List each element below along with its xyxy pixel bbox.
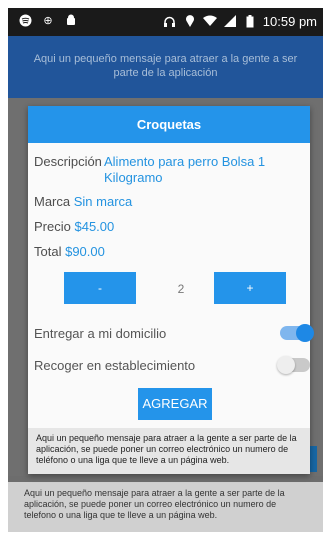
- pickup-option-label: Recoger en establecimiento: [34, 358, 196, 373]
- pickup-toggle[interactable]: [277, 356, 310, 374]
- product-dialog: Croquetas Descripción Alimento para perr…: [28, 106, 314, 474]
- brand-label: Marca: [34, 194, 71, 209]
- dialog-footer: Aqui un pequeño mensaje para atraer a la…: [28, 428, 310, 474]
- wifi-icon: [202, 15, 217, 29]
- deliver-toggle[interactable]: [280, 324, 314, 342]
- status-left-icons: ⊕: [18, 14, 78, 28]
- header-message: Aqui un pequeño mensaje para atraer a la…: [33, 53, 298, 79]
- description-label: Descripción: [34, 154, 102, 169]
- battery-icon: [243, 14, 257, 29]
- price-label: Precio: [34, 219, 71, 234]
- description-row: Descripción Alimento para perro Bolsa 1 …: [34, 154, 304, 186]
- headphones-icon: [163, 15, 177, 29]
- deliver-toggle-knob: [296, 324, 314, 342]
- status-bar: ⊕ 10:59 pm: [8, 8, 323, 36]
- quantity-value: 2: [177, 282, 185, 296]
- android-debug-icon: [64, 14, 78, 28]
- status-time: 10:59 pm: [262, 14, 317, 29]
- brand-row: Marca Sin marca: [34, 194, 132, 209]
- usb-icon: ⊕: [43, 15, 53, 27]
- deliver-option-label: Entregar a mi domicilio: [34, 326, 167, 341]
- brand-value: Sin marca: [73, 194, 133, 209]
- total-value: $90.00: [65, 244, 105, 259]
- phone-screen: ⊕ 10:59 pm Aqui un pequeño mensaje para …: [8, 8, 323, 532]
- status-right-icons: 10:59 pm: [163, 14, 317, 29]
- price-value: $45.00: [74, 219, 115, 234]
- spotify-icon: [18, 14, 32, 28]
- location-icon: [183, 14, 197, 29]
- footer-message: Aqui un pequeño mensaje para atraer a la…: [24, 488, 285, 520]
- total-row: Total $90.00: [34, 244, 105, 259]
- total-label: Total: [34, 244, 62, 259]
- add-button[interactable]: AGREGAR: [138, 388, 212, 420]
- increase-quantity-button[interactable]: +: [214, 272, 286, 304]
- background-footer: Aqui un pequeño mensaje para atraer a la…: [8, 482, 323, 532]
- dialog-footer-message: Aqui un pequeño mensaje para atraer a la…: [36, 433, 297, 465]
- dialog-title: Croquetas: [28, 106, 310, 143]
- decrease-quantity-button[interactable]: -: [64, 272, 136, 304]
- pickup-toggle-knob: [277, 356, 295, 374]
- description-value: Alimento para perro Bolsa 1 Kilogramo: [104, 154, 266, 185]
- price-row: Precio $45.00: [34, 219, 114, 234]
- signal-icon: [223, 14, 237, 29]
- background-header: Aqui un pequeño mensaje para atraer a la…: [8, 36, 323, 98]
